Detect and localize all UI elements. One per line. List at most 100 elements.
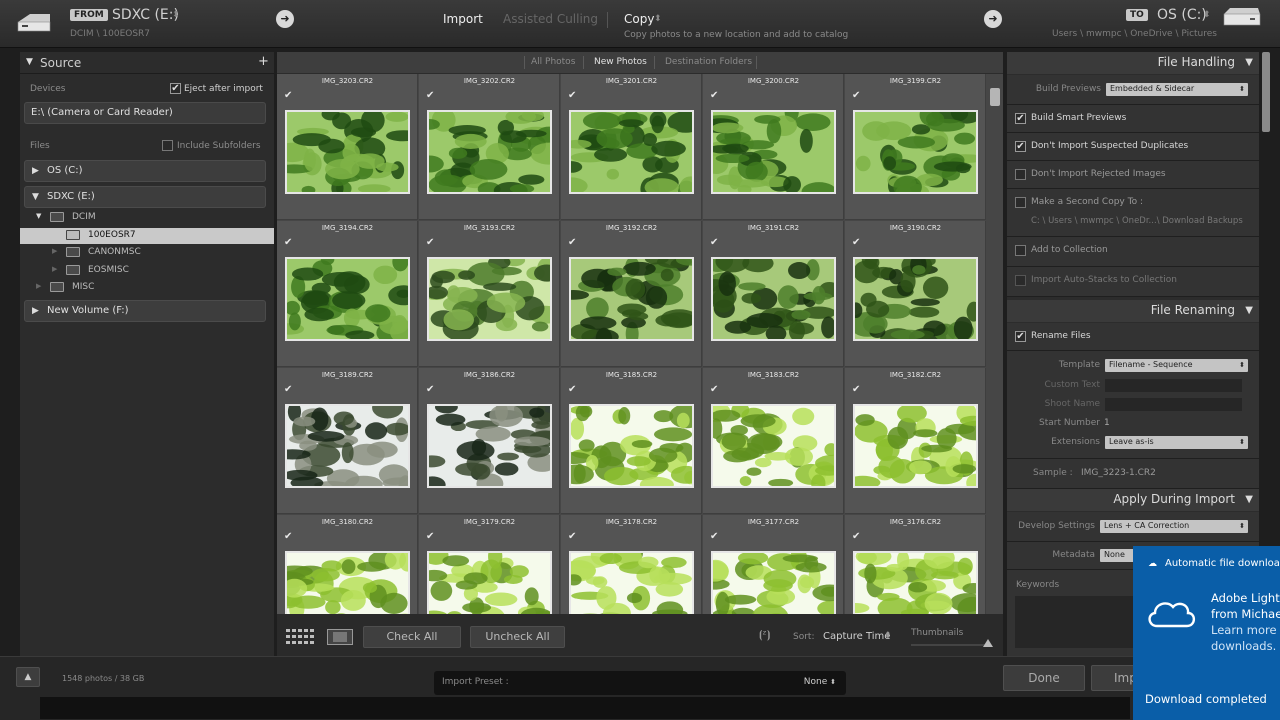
photo-include-checkbox[interactable]: ✔ <box>852 532 863 543</box>
folder-100eosr7[interactable]: 100EOSR7 <box>20 228 274 244</box>
photo-thumbnail[interactable] <box>711 551 836 614</box>
grid-view-icon[interactable] <box>286 629 314 645</box>
photo-include-checkbox[interactable]: ✔ <box>284 238 295 249</box>
photo-grid-cell[interactable]: IMG_3203.CR2 ✔ <box>277 74 418 220</box>
build-smart-previews-checkbox[interactable]: ✔ <box>1015 113 1026 124</box>
photo-thumbnail[interactable] <box>569 551 694 614</box>
volume-os-c[interactable]: ▶ OS (C:) <box>24 160 266 182</box>
photo-grid-cell[interactable]: IMG_3202.CR2 ✔ <box>419 74 560 220</box>
photo-thumbnail[interactable] <box>711 404 836 488</box>
plus-icon[interactable]: + <box>258 54 269 69</box>
photo-include-checkbox[interactable]: ✔ <box>426 532 437 543</box>
folder-misc[interactable]: ▶ MISC <box>20 280 274 296</box>
photo-thumbnail[interactable] <box>853 257 978 341</box>
photo-include-checkbox[interactable]: ✔ <box>426 385 437 396</box>
source-drive-dropdown[interactable]: SDXC (E:) <box>112 7 179 23</box>
photo-thumbnail[interactable] <box>853 551 978 614</box>
dont-import-rejected-checkbox[interactable] <box>1015 169 1026 180</box>
photo-include-checkbox[interactable]: ✔ <box>568 385 579 396</box>
template-dropdown[interactable]: Filename - Sequence ⬍ <box>1105 359 1248 372</box>
slider-handle[interactable] <box>983 639 993 647</box>
second-copy-checkbox[interactable] <box>1015 197 1026 208</box>
device-selector[interactable]: E:\ (Camera or Card Reader) <box>24 102 266 124</box>
toast-learn-more-link[interactable]: Learn more i <box>1211 622 1280 638</box>
photo-include-checkbox[interactable]: ✔ <box>426 238 437 249</box>
destination-drive-caret-icon[interactable]: ⬍ <box>1203 10 1211 20</box>
expand-triangle-icon[interactable]: ▶ <box>32 166 39 176</box>
expand-triangle-icon[interactable]: ▶ <box>32 306 39 316</box>
grid-scrollbar-thumb[interactable] <box>990 88 1000 106</box>
photo-grid-cell[interactable]: IMG_3192.CR2 ✔ <box>561 221 702 367</box>
add-to-collection-checkbox[interactable] <box>1015 245 1026 256</box>
photo-include-checkbox[interactable]: ✔ <box>284 385 295 396</box>
photo-grid-cell[interactable]: IMG_3180.CR2 ✔ <box>277 515 418 614</box>
photo-grid-cell[interactable]: IMG_3199.CR2 ✔ <box>845 74 986 220</box>
photo-grid-cell[interactable]: IMG_3182.CR2 ✔ <box>845 368 986 514</box>
photo-grid-cell[interactable]: IMG_3201.CR2 ✔ <box>561 74 702 220</box>
photo-include-checkbox[interactable]: ✔ <box>710 532 721 543</box>
mode-import[interactable]: Import <box>443 12 483 26</box>
import-preset-bar[interactable]: Import Preset : None ⬍ <box>434 671 846 695</box>
collapse-triangle-icon[interactable]: ▼ <box>32 192 39 202</box>
photo-thumbnail[interactable] <box>853 404 978 488</box>
dont-import-duplicates-row[interactable]: ✔ Don't Import Suspected Duplicates <box>1007 133 1259 161</box>
tab-destination-folders[interactable]: Destination Folders <box>665 57 752 67</box>
custom-text-input[interactable] <box>1105 379 1242 392</box>
photo-thumbnail[interactable] <box>711 110 836 194</box>
right-panel-scrollbar[interactable] <box>1262 52 1270 132</box>
shoot-name-input[interactable] <box>1105 398 1242 411</box>
photo-thumbnail[interactable] <box>427 257 552 341</box>
include-subfolders-checkbox[interactable] <box>162 140 173 151</box>
photo-include-checkbox[interactable]: ✔ <box>710 385 721 396</box>
photo-include-checkbox[interactable]: ✔ <box>568 91 579 102</box>
rename-files-row[interactable]: ✔ Rename Files <box>1007 323 1259 351</box>
extensions-dropdown[interactable]: Leave as-is ⬍ <box>1105 436 1248 449</box>
photo-include-checkbox[interactable]: ✔ <box>426 91 437 102</box>
photo-include-checkbox[interactable]: ✔ <box>568 532 579 543</box>
expand-triangle-icon[interactable]: ▶ <box>52 247 57 255</box>
develop-settings-dropdown[interactable]: Lens + CA Correction ⬍ <box>1100 520 1248 533</box>
check-all-button[interactable]: Check All <box>363 626 461 648</box>
dont-import-rejected-row[interactable]: Don't Import Rejected Images <box>1007 161 1259 189</box>
sort-direction-icon[interactable]: ⦗ᶻ⦘ <box>759 628 770 642</box>
auto-stacks-checkbox[interactable] <box>1015 275 1026 286</box>
sd-card-drive-icon[interactable] <box>14 12 54 34</box>
build-previews-dropdown[interactable]: Embedded & Sidecar ⬍ <box>1106 83 1248 96</box>
thumbnail-size-slider[interactable] <box>911 644 989 646</box>
expand-triangle-icon[interactable]: ▶ <box>52 265 57 273</box>
folder-eosmisc[interactable]: ▶ EOSMISC <box>20 263 274 279</box>
source-panel-header[interactable]: ▼ Source + <box>20 52 274 74</box>
photo-include-checkbox[interactable]: ✔ <box>852 238 863 249</box>
photo-thumbnail[interactable] <box>569 404 694 488</box>
expand-triangle-icon[interactable]: ▶ <box>36 282 41 290</box>
photo-grid-cell[interactable]: IMG_3176.CR2 ✔ <box>845 515 986 614</box>
photo-include-checkbox[interactable]: ✔ <box>852 385 863 396</box>
photo-thumbnail[interactable] <box>427 551 552 614</box>
tab-all-photos[interactable]: All Photos <box>531 57 575 67</box>
download-toast-notification[interactable]: ☁ Automatic file downloads Adobe Lightr … <box>1133 546 1280 720</box>
sort-caret-icon[interactable]: ⬍ <box>884 631 892 641</box>
photo-include-checkbox[interactable]: ✔ <box>710 238 721 249</box>
photo-grid-cell[interactable]: IMG_3179.CR2 ✔ <box>419 515 560 614</box>
photo-grid-cell[interactable]: IMG_3194.CR2 ✔ <box>277 221 418 367</box>
photo-include-checkbox[interactable]: ✔ <box>284 532 295 543</box>
collapse-triangle-icon[interactable]: ▼ <box>36 212 41 220</box>
folder-dcim[interactable]: ▼ DCIM <box>20 210 274 226</box>
hard-drive-icon[interactable] <box>1222 6 1262 28</box>
photo-thumbnail[interactable] <box>569 257 694 341</box>
done-button[interactable]: Done <box>1003 665 1085 691</box>
collapse-triangle-icon[interactable]: ▼ <box>1245 494 1253 505</box>
photo-include-checkbox[interactable]: ✔ <box>852 91 863 102</box>
source-drive-caret-icon[interactable]: ⬍ <box>172 10 180 20</box>
sort-dropdown[interactable]: Capture Time <box>823 631 890 642</box>
rename-files-checkbox[interactable]: ✔ <box>1015 331 1026 342</box>
add-to-collection-row[interactable]: Add to Collection <box>1007 237 1259 267</box>
import-preset-value[interactable]: None ⬍ <box>804 677 836 687</box>
photo-thumbnail[interactable] <box>285 404 410 488</box>
photo-grid-cell[interactable]: IMG_3186.CR2 ✔ <box>419 368 560 514</box>
photo-thumbnail[interactable] <box>427 404 552 488</box>
photo-thumbnail[interactable] <box>711 257 836 341</box>
photo-grid-cell[interactable]: IMG_3178.CR2 ✔ <box>561 515 702 614</box>
collapse-triangle-icon[interactable]: ▼ <box>1245 305 1253 316</box>
photo-thumbnail[interactable] <box>285 257 410 341</box>
